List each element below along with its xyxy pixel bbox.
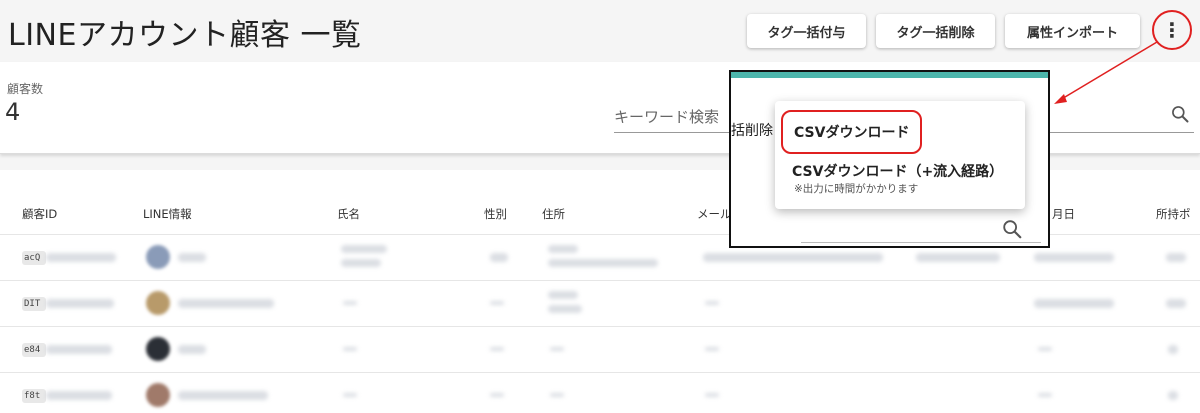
more-options-button[interactable]: ⋮ xyxy=(1152,10,1192,50)
column-header-email[interactable]: メール xyxy=(697,206,732,222)
blurred-text xyxy=(341,245,387,253)
customer-id-chip: e84 xyxy=(22,343,46,357)
blurred-text xyxy=(548,259,658,267)
blurred-text xyxy=(1038,393,1052,397)
column-header-points[interactable]: 所持ポ xyxy=(1156,206,1191,222)
page-title: LINEアカウント顧客 一覧 xyxy=(8,18,362,53)
customer-count-label: 顧客数 xyxy=(7,82,44,96)
blurred-text xyxy=(490,393,504,397)
blurred-text xyxy=(1038,347,1052,351)
blurred-text xyxy=(703,253,883,262)
bulk-remove-label-partial: 括削除 xyxy=(731,123,773,139)
table-row[interactable]: e84 xyxy=(0,326,1200,372)
bulk-remove-tag-button[interactable]: タグ一括削除 xyxy=(876,14,995,48)
search-icon xyxy=(1003,220,1022,239)
blurred-text xyxy=(705,301,719,305)
attribute-import-button[interactable]: 属性インポート xyxy=(1005,14,1140,48)
csv-download-with-source-menu-item[interactable]: CSVダウンロード（+流入経路） xyxy=(792,161,1003,181)
blurred-text xyxy=(46,299,114,308)
blurred-text xyxy=(705,347,719,351)
keyword-search-input[interactable]: キーワード検索 xyxy=(614,106,719,127)
blurred-text xyxy=(548,291,578,299)
blurred-text xyxy=(550,393,564,397)
blurred-text xyxy=(178,299,274,308)
column-header-birthday[interactable]: 月日 xyxy=(1052,206,1075,222)
blurred-text xyxy=(916,253,1000,262)
top-bar: LINEアカウント顧客 一覧 タグ一括付与 タグ一括削除 属性インポート ⋮ xyxy=(0,0,1200,62)
blurred-text xyxy=(1166,299,1186,308)
blurred-text xyxy=(343,393,357,397)
avatar xyxy=(146,245,170,269)
blurred-text xyxy=(46,253,116,262)
customer-id-chip: f8t xyxy=(22,389,46,403)
column-header-gender[interactable]: 性別 xyxy=(484,206,507,222)
search-icon[interactable] xyxy=(1170,104,1190,124)
customer-id-chip: acQ xyxy=(22,251,46,265)
blurred-text xyxy=(178,253,206,262)
blurred-text xyxy=(343,347,357,351)
search-underline xyxy=(801,242,1041,243)
blurred-text xyxy=(343,301,357,305)
blurred-text xyxy=(1168,391,1178,400)
blurred-text xyxy=(548,305,582,313)
avatar xyxy=(146,337,170,361)
blurred-text xyxy=(178,391,268,400)
more-options-menu: CSVダウンロード CSVダウンロード（+流入経路） ※出力に時間がかかります xyxy=(775,101,1025,209)
avatar xyxy=(146,291,170,315)
blurred-text xyxy=(46,391,112,400)
blurred-text xyxy=(1034,253,1114,262)
customer-count-value: 4 xyxy=(5,98,21,126)
column-header-name[interactable]: 氏名 xyxy=(337,206,360,222)
more-vert-icon: ⋮ xyxy=(1162,18,1182,42)
customer-id-chip: DIT xyxy=(22,297,46,311)
blurred-text xyxy=(1166,253,1186,262)
blurred-text xyxy=(705,393,719,397)
blurred-text xyxy=(46,345,112,354)
blurred-text xyxy=(490,253,508,262)
bulk-add-tag-button[interactable]: タグ一括付与 xyxy=(747,14,866,48)
column-header-address[interactable]: 住所 xyxy=(542,206,565,222)
blurred-text xyxy=(1168,345,1178,354)
table-row[interactable]: DIT xyxy=(0,280,1200,326)
column-header-line-info[interactable]: LINE情報 xyxy=(143,206,192,222)
blurred-text xyxy=(550,347,564,351)
callout-accent-bar xyxy=(731,72,1048,78)
blurred-text xyxy=(178,345,206,354)
blurred-text xyxy=(548,245,578,253)
blurred-text xyxy=(341,259,381,267)
blurred-text xyxy=(490,301,504,305)
csv-download-menu-item[interactable]: CSVダウンロード xyxy=(781,110,922,154)
column-header-id[interactable]: 顧客ID xyxy=(22,206,57,222)
blurred-text xyxy=(1034,299,1114,308)
avatar xyxy=(146,383,170,407)
menu-item-note: ※出力に時間がかかります xyxy=(794,183,919,195)
blurred-text xyxy=(490,347,504,351)
table-row[interactable]: f8t xyxy=(0,372,1200,413)
